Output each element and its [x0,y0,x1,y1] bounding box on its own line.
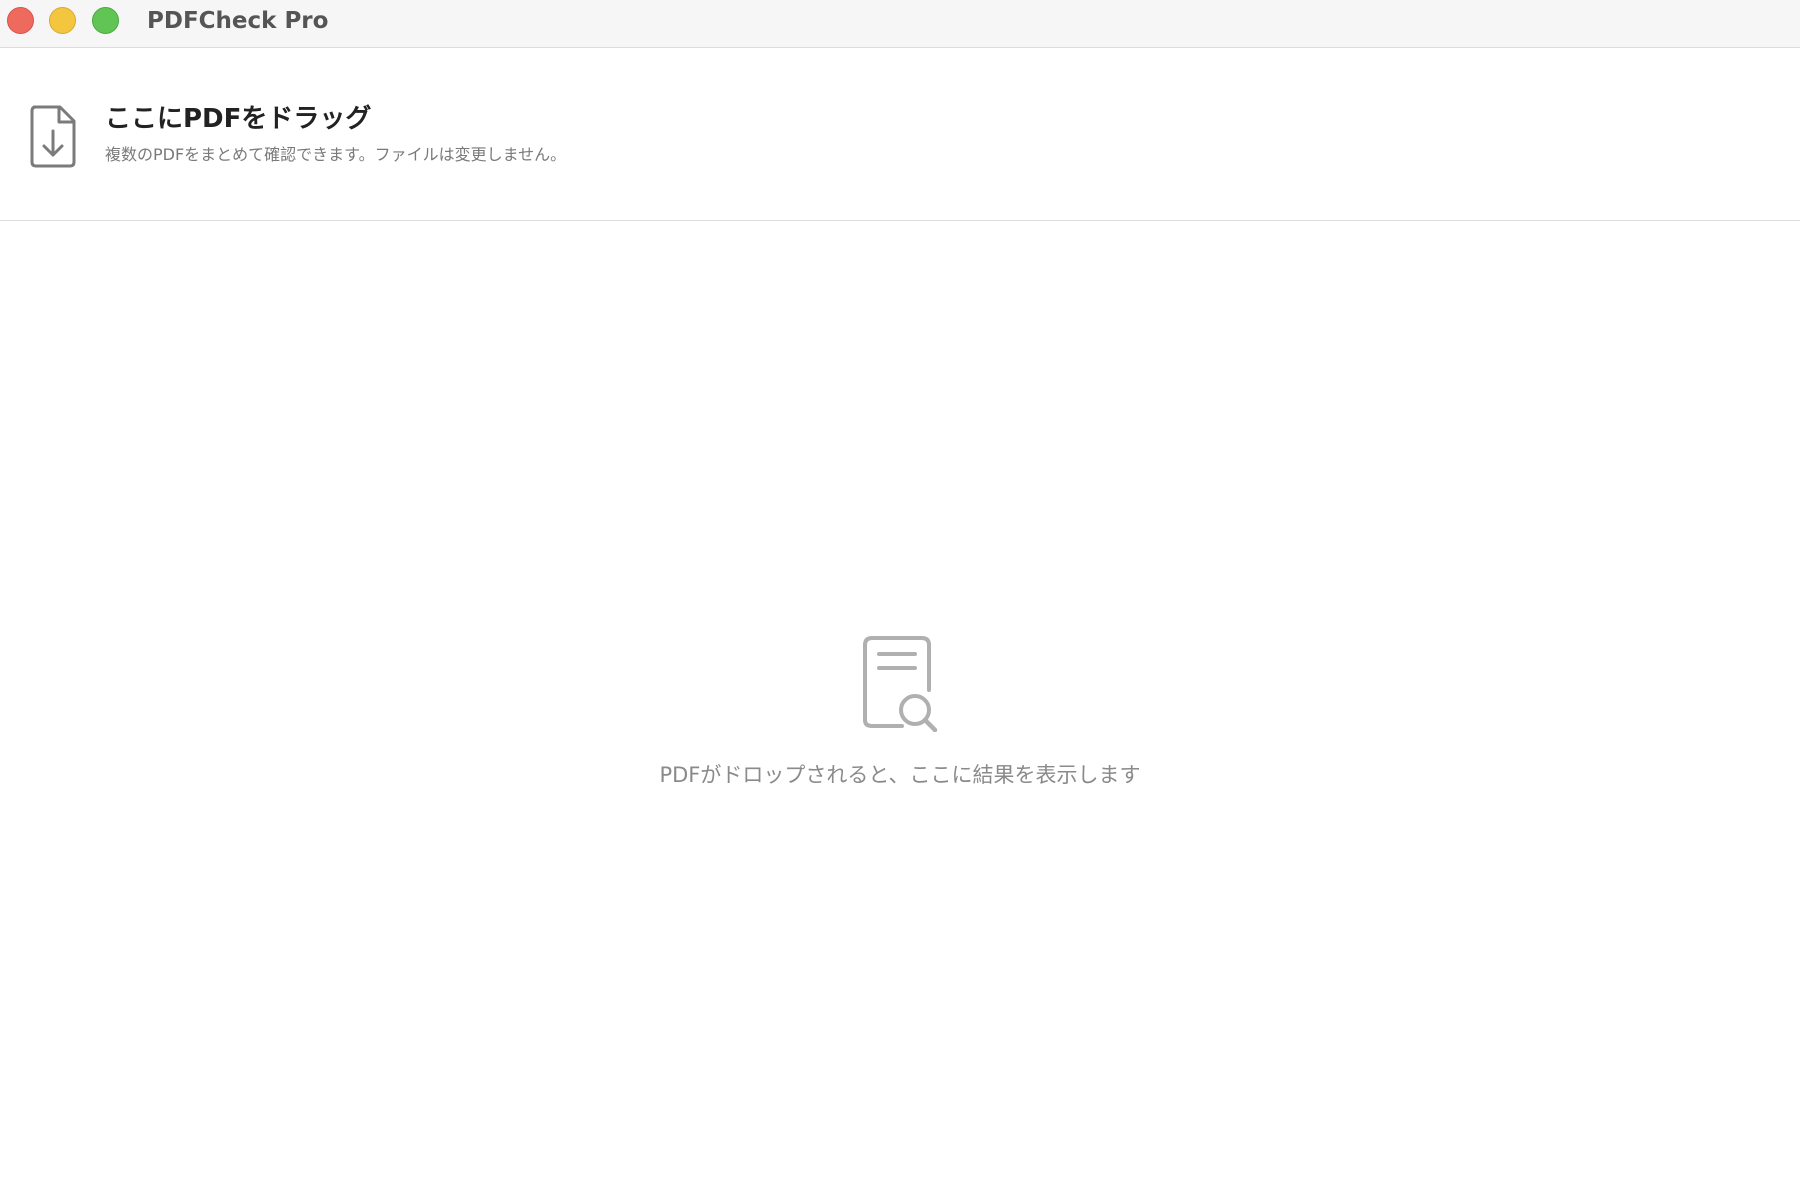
app-window: PDFCheck Pro ここにPDFをドラッグ 複数のPDFをまとめて確認でき… [0,0,1800,1194]
pdf-drop-zone[interactable]: ここにPDFをドラッグ 複数のPDFをまとめて確認できます。ファイルは変更しませ… [0,48,1800,221]
results-empty-state: PDFがドロップされると、ここに結果を表示します [0,221,1800,1194]
window-title: PDFCheck Pro [147,8,329,34]
title-bar[interactable]: PDFCheck Pro [0,0,1800,48]
minimize-window-button[interactable] [49,7,76,34]
empty-state-message: PDFがドロップされると、ここに結果を表示します [659,763,1141,787]
drop-zone-title: ここにPDFをドラッグ [105,104,372,134]
zoom-window-button[interactable] [92,7,119,34]
drop-zone-subtitle: 複数のPDFをまとめて確認できます。ファイルは変更しません。 [105,145,567,164]
close-window-button[interactable] [7,7,34,34]
document-search-icon [863,636,938,732]
file-download-icon [30,105,76,168]
